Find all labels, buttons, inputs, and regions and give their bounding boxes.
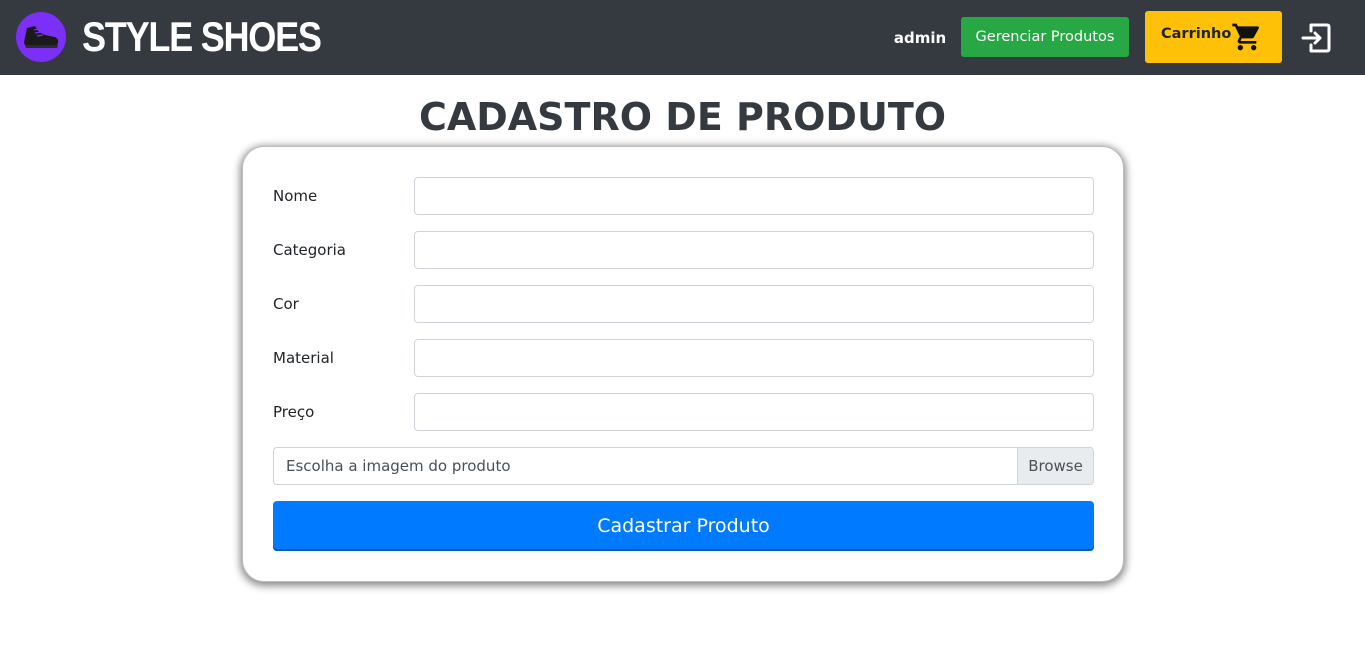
browse-button[interactable]: Browse <box>1017 448 1093 484</box>
preco-label: Preço <box>273 403 315 421</box>
nome-label: Nome <box>273 187 318 205</box>
form-row-categoria: Categoria <box>273 231 1094 269</box>
material-label: Material <box>273 349 334 367</box>
submit-product-button[interactable]: Cadastrar Produto <box>273 501 1094 551</box>
cor-label: Cor <box>273 295 299 313</box>
cart-button[interactable]: Carrinho <box>1145 11 1282 63</box>
nome-input[interactable] <box>414 177 1094 215</box>
user-name: admin <box>893 29 947 47</box>
form-row-preco: Preço <box>273 393 1094 431</box>
brand-title[interactable]: STYLE SHOES <box>82 11 322 63</box>
categoria-label: Categoria <box>273 241 347 259</box>
cor-input[interactable] <box>414 285 1094 323</box>
file-input-placeholder: Escolha a imagem do produto <box>286 457 511 475</box>
form-row-nome: Nome <box>273 177 1094 215</box>
manage-products-button[interactable]: Gerenciar Produtos <box>961 17 1129 57</box>
logout-icon[interactable] <box>1298 20 1334 56</box>
page-title: CADASTRO DE PRODUTO <box>418 95 947 139</box>
navbar: STYLE SHOES admin Gerenciar Produtos Car… <box>0 0 1365 75</box>
material-input[interactable] <box>414 339 1094 377</box>
shopping-cart-icon <box>1232 23 1260 51</box>
product-form-card: Nome Categoria Cor Material Preço Escolh… <box>242 146 1124 582</box>
form-row-material: Material <box>273 339 1094 377</box>
image-file-input[interactable]: Escolha a imagem do produto Browse <box>273 447 1094 485</box>
cart-button-label: Carrinho <box>1161 26 1232 42</box>
categoria-input[interactable] <box>414 231 1094 269</box>
sneaker-icon[interactable] <box>16 12 66 62</box>
preco-input[interactable] <box>414 393 1094 431</box>
form-row-cor: Cor <box>273 285 1094 323</box>
